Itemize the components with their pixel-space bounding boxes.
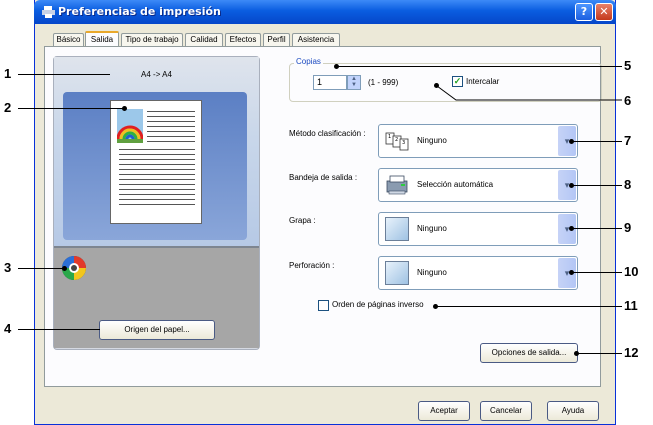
callout-dot-7 bbox=[569, 139, 574, 144]
callout-dot-2 bbox=[122, 106, 127, 111]
copies-input[interactable]: 1 bbox=[313, 75, 347, 90]
punch-none-icon bbox=[385, 261, 409, 285]
punch-label: Perforación : bbox=[289, 261, 335, 270]
callout-line-2 bbox=[18, 108, 124, 109]
accept-button[interactable]: Aceptar bbox=[418, 401, 470, 421]
staple-value: Ninguno bbox=[417, 224, 447, 233]
tab-efectos[interactable]: Efectos bbox=[225, 33, 261, 46]
callout-line-3 bbox=[18, 268, 64, 269]
callout-dot-3 bbox=[62, 266, 67, 271]
copies-spinner[interactable]: ▲ ▼ bbox=[347, 75, 361, 90]
svg-text:2: 2 bbox=[395, 137, 398, 143]
copies-legend: Copias bbox=[294, 57, 323, 66]
callout-line-5 bbox=[336, 66, 622, 67]
tab-asistencia[interactable]: Asistencia bbox=[292, 33, 340, 46]
punch-value: Ninguno bbox=[417, 268, 447, 277]
sort-pages-icon: 1 2 3 bbox=[385, 132, 409, 151]
callout-4: 4 bbox=[4, 321, 12, 336]
callout-12: 12 bbox=[624, 345, 639, 360]
callout-2: 2 bbox=[4, 100, 12, 115]
reverse-order-label: Orden de páginas inverso bbox=[332, 300, 424, 309]
sort-method-select[interactable]: 1 2 3 Ninguno ▾ bbox=[378, 124, 578, 158]
staple-label: Grapa : bbox=[289, 216, 316, 225]
callout-dot-5 bbox=[334, 64, 339, 69]
staple-none-icon bbox=[385, 217, 409, 241]
callout-dot-11 bbox=[433, 304, 438, 309]
staple-select[interactable]: Ninguno ▾ bbox=[378, 212, 578, 246]
callout-11: 11 bbox=[624, 298, 638, 313]
callout-5: 5 bbox=[624, 58, 632, 73]
callout-line-12 bbox=[576, 353, 622, 354]
callout-dot-10 bbox=[569, 270, 574, 275]
sort-method-value: Ninguno bbox=[417, 136, 447, 145]
callout-line-8 bbox=[571, 185, 622, 186]
callout-line-11 bbox=[435, 306, 622, 307]
tab-salida[interactable]: Salida bbox=[85, 31, 119, 47]
output-tray-label: Bandeja de salida : bbox=[289, 173, 358, 182]
tab-basico[interactable]: Básico bbox=[53, 33, 84, 46]
callout-10: 10 bbox=[624, 264, 639, 279]
punch-select[interactable]: Ninguno ▾ bbox=[378, 256, 578, 290]
close-button[interactable]: ✕ bbox=[595, 3, 613, 21]
rainbow-image-icon bbox=[117, 109, 143, 143]
tab-perfil[interactable]: Perfil bbox=[263, 33, 290, 46]
callout-line-10 bbox=[571, 272, 622, 273]
output-options-button[interactable]: Opciones de salida... bbox=[480, 343, 578, 363]
help-title-button[interactable]: ? bbox=[575, 3, 593, 21]
title-bar[interactable]: Preferencias de impresión ? ✕ bbox=[34, 0, 616, 24]
callout-line-1 bbox=[18, 74, 110, 75]
tab-calidad[interactable]: Calidad bbox=[185, 33, 223, 46]
callout-line-6 bbox=[436, 85, 622, 101]
callout-9: 9 bbox=[624, 220, 632, 235]
svg-text:1: 1 bbox=[388, 134, 391, 140]
callout-3: 3 bbox=[4, 260, 12, 275]
callout-dot-8 bbox=[569, 183, 574, 188]
reverse-order-checkbox[interactable] bbox=[318, 300, 329, 311]
window-title: Preferencias de impresión bbox=[58, 5, 221, 18]
sort-method-label: Método clasificación : bbox=[289, 129, 366, 138]
callout-line-9 bbox=[571, 228, 622, 229]
callout-line-7 bbox=[571, 141, 622, 142]
output-tray-value: Selección automática bbox=[417, 180, 494, 189]
output-tray-select[interactable]: Selección automática ▾ bbox=[378, 168, 578, 202]
paper-origin-button[interactable]: Origen del papel... bbox=[99, 320, 215, 340]
printer-tray-icon bbox=[386, 175, 408, 195]
help-button[interactable]: Ayuda bbox=[547, 401, 599, 421]
callout-7: 7 bbox=[624, 133, 632, 148]
tab-tipo-trabajo[interactable]: Tipo de trabajo bbox=[121, 33, 183, 46]
callout-6: 6 bbox=[624, 93, 632, 108]
printer-icon bbox=[42, 6, 55, 18]
callout-dot-9 bbox=[569, 226, 574, 231]
callout-line-4 bbox=[18, 329, 100, 330]
callout-8: 8 bbox=[624, 177, 632, 192]
svg-text:3: 3 bbox=[402, 140, 405, 146]
copies-range-label: (1 - 999) bbox=[368, 78, 399, 87]
cancel-button[interactable]: Cancelar bbox=[480, 401, 532, 421]
callout-dot-12 bbox=[574, 351, 579, 356]
callout-1: 1 bbox=[4, 66, 12, 81]
